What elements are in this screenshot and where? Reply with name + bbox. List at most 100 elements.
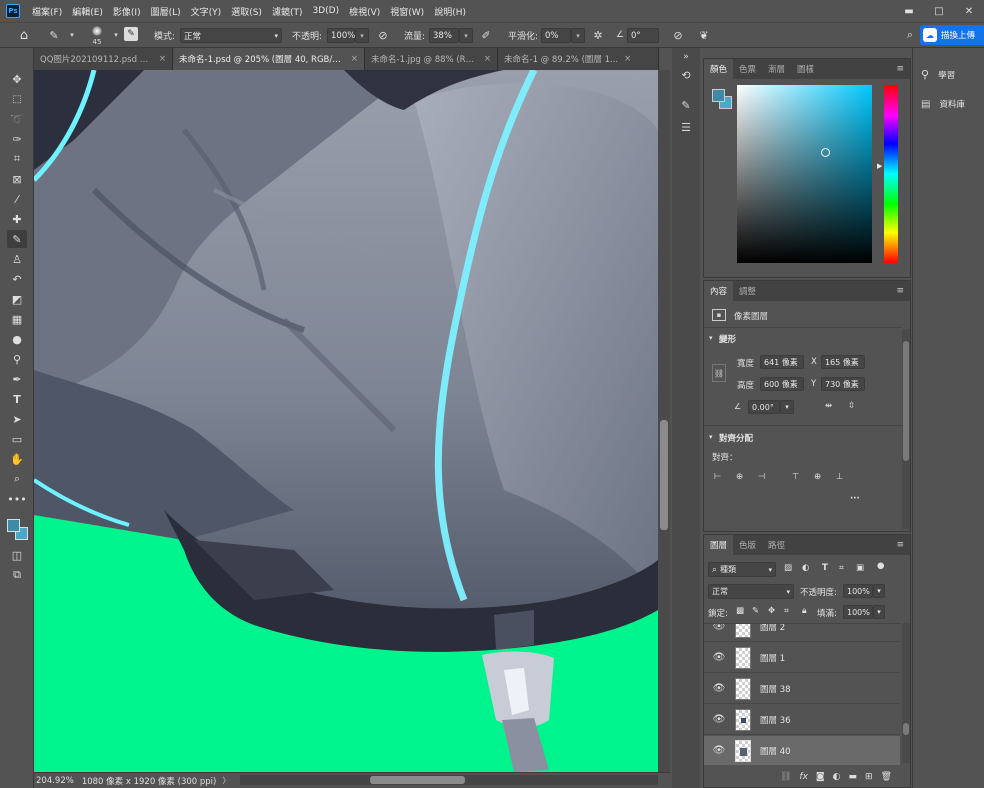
filter-pixel-icon[interactable]: ▨: [784, 563, 792, 573]
canvas-vertical-scrollbar[interactable]: [658, 70, 670, 772]
hand-tool-icon[interactable]: ✋: [7, 450, 27, 468]
align-top-edges-icon[interactable]: ⊤: [792, 472, 799, 482]
layer-row[interactable]: 👁︎ 圖層 2: [704, 624, 900, 642]
home-icon[interactable]: ⌂: [16, 27, 32, 43]
flow-dropdown[interactable]: ▾: [459, 28, 473, 43]
menu-filter[interactable]: 濾鏡(T): [267, 5, 308, 18]
lock-artboard-icon[interactable]: ⌗: [784, 606, 789, 616]
fill-dropdown[interactable]: ▾: [873, 605, 885, 619]
move-tool-icon[interactable]: ✥: [7, 70, 27, 88]
adjustments-sliders-icon[interactable]: ☰: [679, 120, 693, 134]
tab-layers[interactable]: 圖層: [704, 535, 734, 555]
opacity-input[interactable]: 100%: [327, 28, 355, 43]
learn-button[interactable]: ⚲ 學習: [921, 68, 955, 81]
eye-icon[interactable]: 👁︎: [710, 714, 728, 725]
quick-select-tool-icon[interactable]: ✑: [7, 130, 27, 148]
screen-mode-icon[interactable]: ⧉: [7, 566, 27, 584]
close-tab-icon[interactable]: ×: [624, 54, 631, 64]
history-panel-icon[interactable]: ⟲: [679, 68, 693, 82]
layer-name[interactable]: 圖層 38: [760, 683, 791, 695]
menu-file[interactable]: 檔案(F): [27, 5, 67, 18]
tab-gradients[interactable]: 漸層: [762, 59, 791, 79]
history-brush-tool-icon[interactable]: ↶: [7, 270, 27, 288]
brush-preset-picker[interactable]: 45: [86, 25, 108, 46]
add-mask-icon[interactable]: ◙: [816, 772, 825, 782]
hue-slider[interactable]: [884, 85, 898, 263]
close-tab-icon[interactable]: ×: [159, 54, 166, 64]
scrollbar-thumb[interactable]: [660, 420, 668, 530]
eyedropper-tool-icon[interactable]: ⁄: [7, 190, 27, 208]
brush-settings-panel-icon[interactable]: ✎: [124, 27, 138, 41]
layer-opacity-input[interactable]: 100%: [843, 584, 873, 598]
eraser-tool-icon[interactable]: ◩: [7, 290, 27, 308]
layer-name[interactable]: 圖層 1: [760, 652, 785, 664]
fx-icon[interactable]: fx: [799, 772, 808, 782]
maximize-button[interactable]: □: [924, 0, 954, 22]
brush-settings-icon[interactable]: ✎: [679, 98, 693, 112]
eye-icon[interactable]: 👁︎: [710, 745, 728, 756]
layer-name[interactable]: 圖層 2: [760, 624, 785, 633]
flip-vertical-icon[interactable]: ⇳: [848, 401, 855, 411]
new-layer-icon[interactable]: ⊞: [865, 772, 873, 782]
chevron-down-icon[interactable]: ▾: [709, 433, 713, 441]
zoom-level[interactable]: 204.92%: [36, 776, 74, 786]
layer-row[interactable]: 👁︎ 圖層 38: [704, 674, 900, 704]
panel-menu-icon[interactable]: ≡: [896, 540, 904, 550]
foreground-color-swatch[interactable]: [7, 519, 20, 532]
healing-brush-tool-icon[interactable]: ✚: [7, 210, 27, 228]
dodge-tool-icon[interactable]: ⚲: [7, 350, 27, 368]
flip-horizontal-icon[interactable]: ⇹: [825, 401, 832, 411]
adjustment-layer-icon[interactable]: ◐: [833, 772, 841, 782]
path-selection-tool-icon[interactable]: ➤: [7, 410, 27, 428]
more-options-icon[interactable]: ···: [850, 494, 860, 504]
eye-icon[interactable]: 👁︎: [710, 624, 728, 632]
x-input[interactable]: 165 像素: [821, 355, 865, 369]
minimize-button[interactable]: ▬: [894, 0, 924, 22]
layers-scrollbar[interactable]: [902, 623, 910, 763]
filter-smart-object-icon[interactable]: ▣: [856, 563, 864, 573]
y-input[interactable]: 730 像素: [821, 377, 865, 391]
tab-patterns[interactable]: 圖樣: [791, 59, 820, 79]
blur-tool-icon[interactable]: ●: [7, 330, 27, 348]
opacity-dropdown[interactable]: ▾: [355, 28, 369, 43]
tab-untitled-1[interactable]: 未命名-1 @ 89.2% (圖層 1... ×: [498, 48, 659, 70]
quick-mask-icon[interactable]: ◫: [7, 546, 27, 564]
scrollbar-thumb[interactable]: [903, 723, 909, 735]
properties-scrollbar[interactable]: [902, 329, 910, 529]
scrollbar-thumb[interactable]: [370, 776, 465, 784]
menu-view[interactable]: 檢視(V): [344, 5, 385, 18]
symmetry-butterfly-icon[interactable]: ❦: [696, 27, 712, 43]
filter-toggle-icon[interactable]: ●: [877, 561, 884, 571]
layer-row[interactable]: 👁︎ 圖層 36: [704, 705, 900, 735]
menu-edit[interactable]: 編輯(E): [67, 5, 108, 18]
panel-menu-icon[interactable]: ≡: [896, 286, 904, 296]
pressure-size-icon[interactable]: ⊘: [670, 27, 686, 43]
layer-name[interactable]: 圖層 36: [760, 714, 791, 726]
chevron-down-icon[interactable]: ▾: [108, 27, 124, 43]
smoothing-input[interactable]: 0%: [541, 28, 571, 43]
hue-slider-handle-icon[interactable]: ▶: [877, 162, 882, 170]
menu-3d[interactable]: 3D(D): [307, 6, 344, 16]
tab-channels[interactable]: 色版: [733, 535, 762, 555]
gear-icon[interactable]: ✲: [590, 27, 606, 43]
marquee-tool-icon[interactable]: ⬚: [7, 90, 27, 108]
menu-image[interactable]: 影像(I): [108, 5, 146, 18]
layer-row-selected[interactable]: 👁︎ 圖層 40: [704, 736, 900, 765]
align-vertical-centers-icon[interactable]: ⊕: [814, 472, 821, 482]
layer-opacity-dropdown[interactable]: ▾: [873, 584, 885, 598]
rotation-angle-input[interactable]: 0.00°: [748, 400, 780, 414]
tab-active-document[interactable]: 未命名-1.psd @ 205% (圖層 40, RGB/8) * ×: [173, 48, 365, 70]
lock-all-icon[interactable]: 🔒︎: [802, 606, 807, 616]
menu-layer[interactable]: 圖層(L): [146, 5, 186, 18]
tab-paths[interactable]: 路徑: [762, 535, 791, 555]
layer-name[interactable]: 圖層 40: [760, 745, 791, 757]
collapse-arrows-icon[interactable]: »: [679, 50, 693, 64]
document-canvas[interactable]: [34, 70, 658, 772]
tab-untitled-jpg[interactable]: 未命名-1.jpg @ 88% (RG... ×: [365, 48, 498, 70]
library-button[interactable]: ▤ 資料庫: [921, 98, 965, 111]
close-window-button[interactable]: ✕: [954, 0, 984, 22]
color-swatches[interactable]: [6, 518, 30, 542]
fill-input[interactable]: 100%: [843, 605, 873, 619]
chevron-down-icon[interactable]: ▾: [709, 334, 713, 342]
chevron-down-icon[interactable]: ▾: [64, 27, 80, 43]
